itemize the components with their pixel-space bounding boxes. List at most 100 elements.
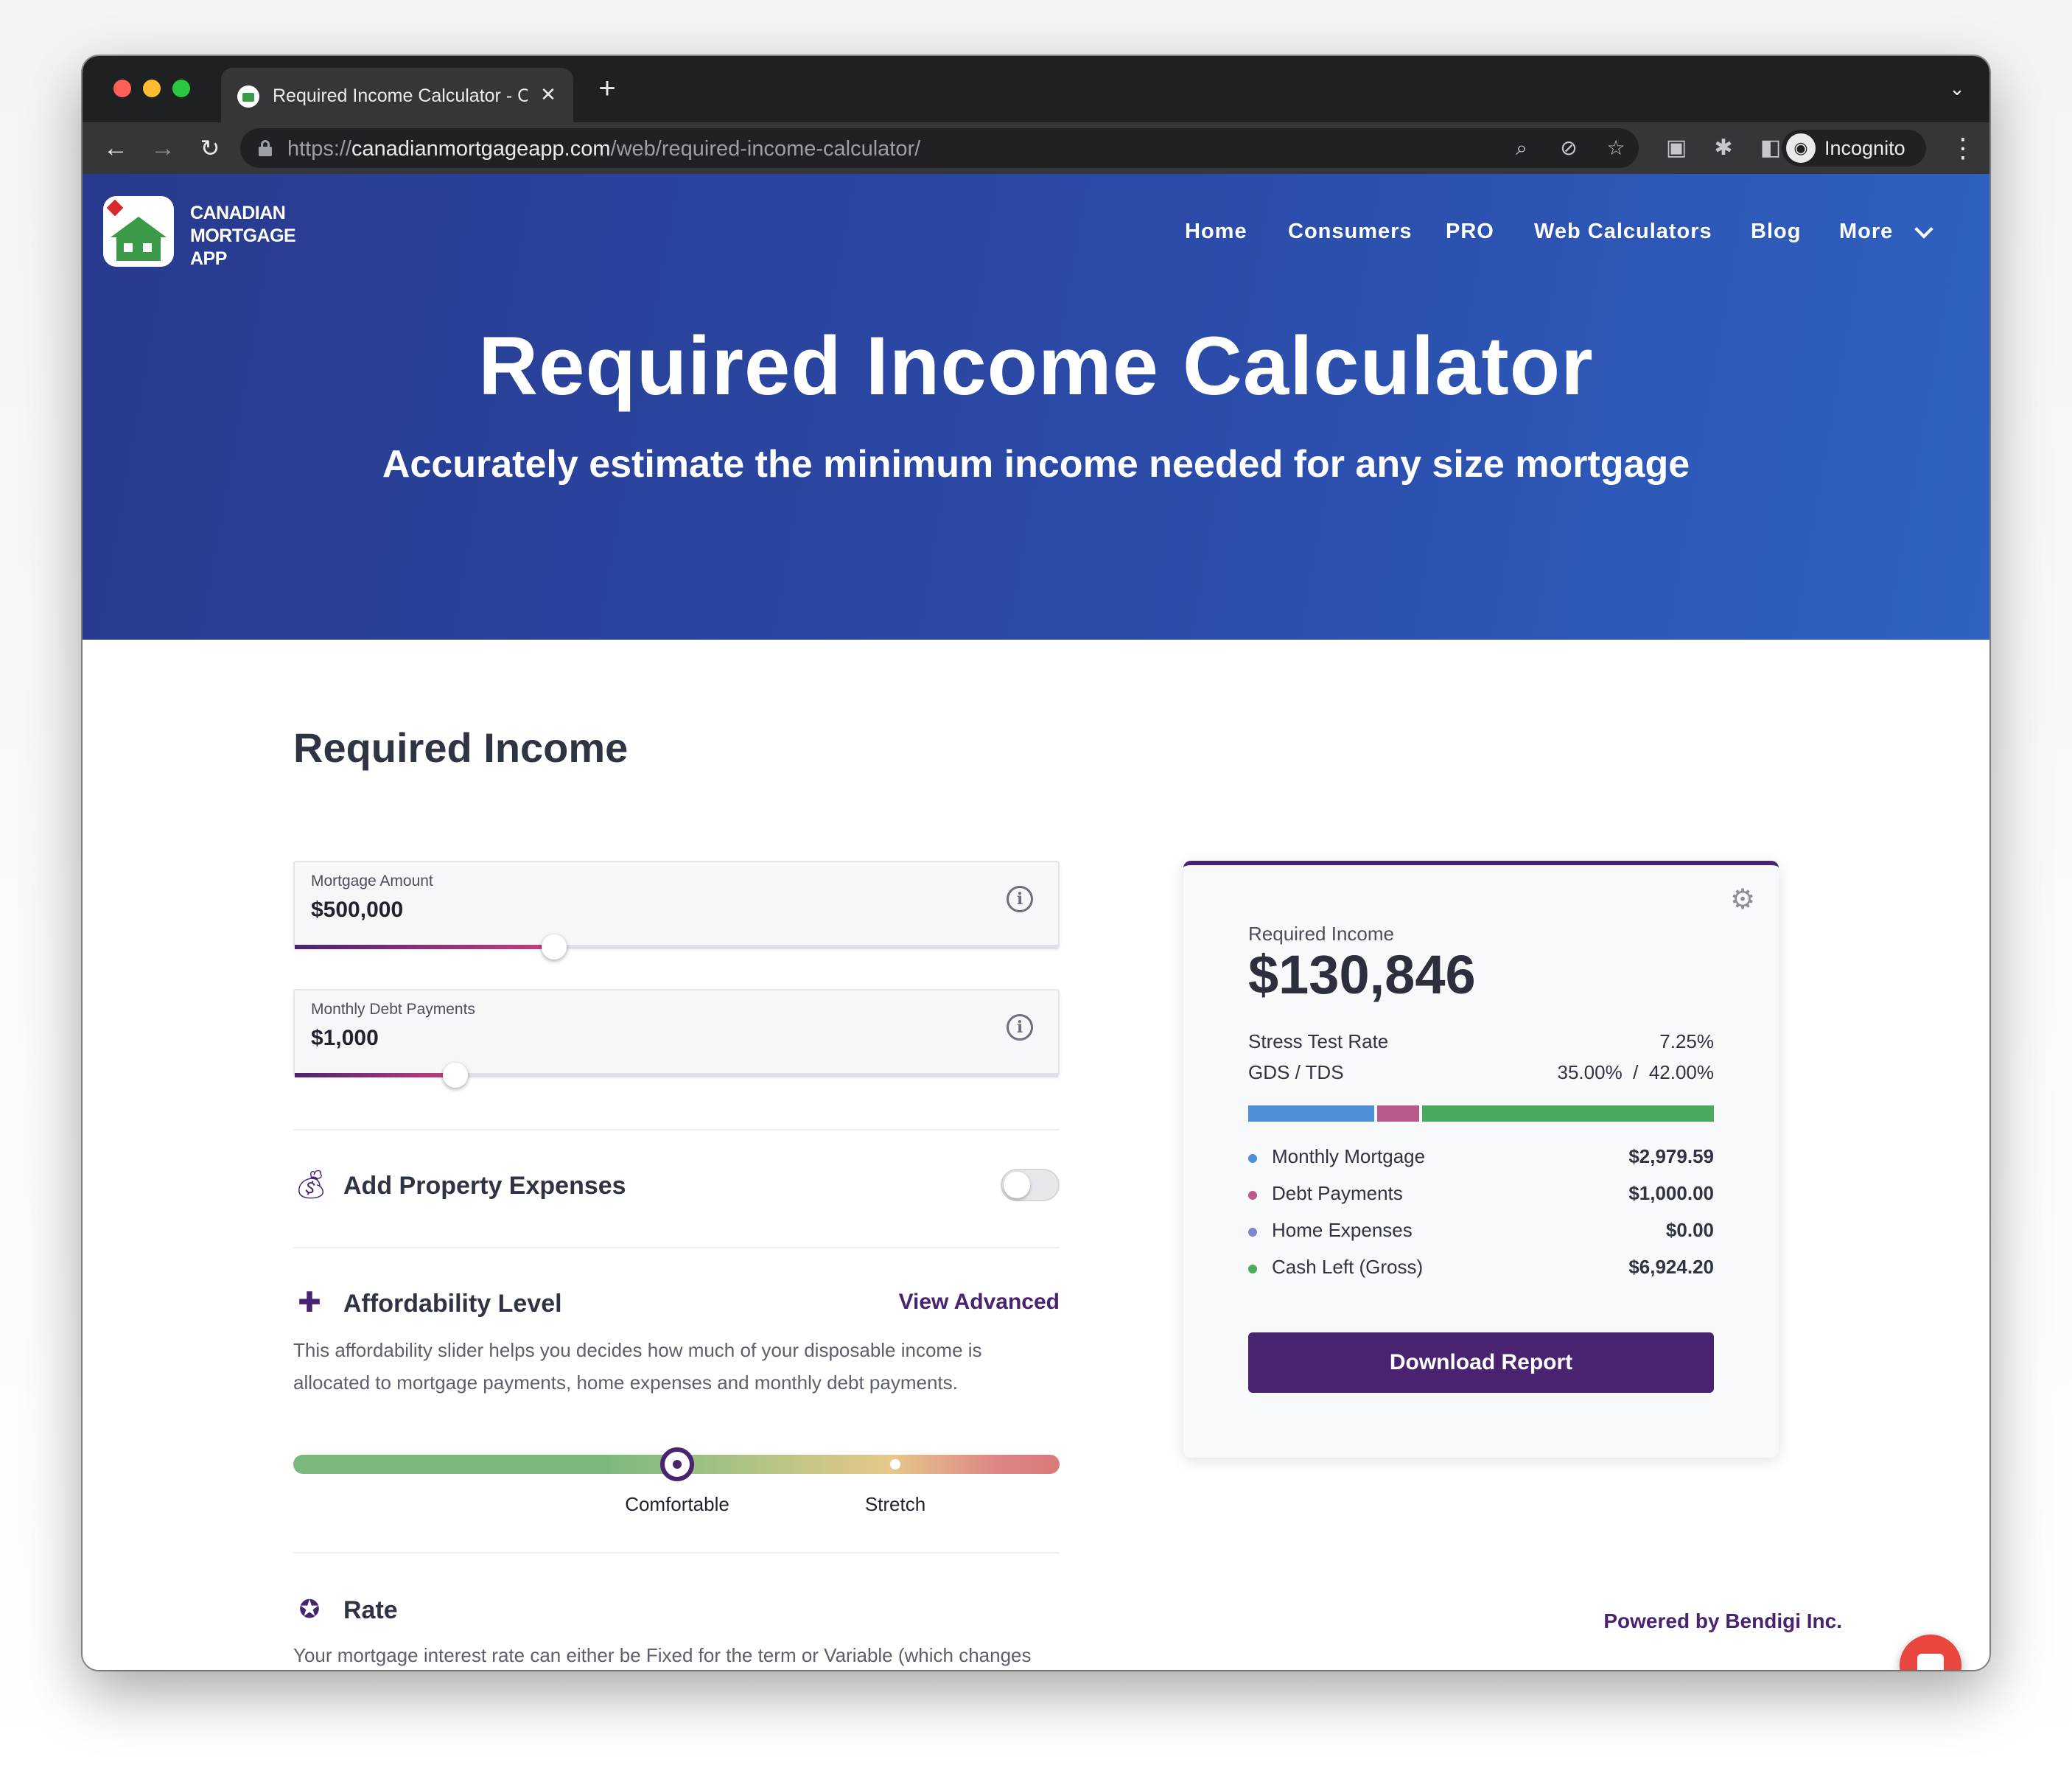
page-subtitle: Accurately estimate the minimum income n…: [382, 443, 1690, 486]
slider-fill: [295, 1073, 455, 1077]
legend-row: Debt Payments $1,000.00: [1248, 1182, 1714, 1207]
chevron-down-icon[interactable]: [1914, 220, 1933, 239]
legend-dot: [1248, 1191, 1257, 1200]
incognito-label: Incognito: [1824, 137, 1905, 159]
info-icon[interactable]: i: [1007, 886, 1033, 912]
slider-thumb[interactable]: [442, 1063, 468, 1088]
new-tab-button[interactable]: +: [591, 72, 623, 105]
url-path: /web/required-income-calculator/: [610, 137, 921, 161]
chat-bubble-icon: [1917, 1654, 1944, 1670]
tracking-protection-icon[interactable]: ⊘: [1556, 136, 1581, 161]
legend-value: $6,924.20: [1628, 1256, 1714, 1278]
mortgage-amount-input[interactable]: $500,000: [311, 898, 403, 923]
stress-test-label: Stress Test Rate: [1248, 1030, 1389, 1052]
forward-button[interactable]: →: [146, 131, 180, 165]
mortgage-amount-field[interactable]: Mortgage Amount $500,000 i: [293, 861, 1060, 960]
legend-row: Cash Left (Gross) $6,924.20: [1248, 1256, 1714, 1281]
view-advanced-link[interactable]: View Advanced: [897, 1290, 1060, 1315]
monthly-debt-field[interactable]: Monthly Debt Payments $1,000 i: [293, 989, 1060, 1088]
house-icon: [111, 217, 167, 261]
close-window-button[interactable]: [113, 80, 131, 97]
zoom-icon[interactable]: ⌕: [1509, 136, 1534, 161]
logo-line: CANADIAN: [190, 203, 286, 223]
affordability-description: This affordability slider helps you deci…: [293, 1339, 982, 1394]
nav-more[interactable]: More: [1839, 220, 1893, 249]
weightlifter-icon: ✚: [298, 1287, 321, 1318]
result-card: ⚙ Required Income $130,846 Stress Test R…: [1183, 861, 1779, 1458]
info-icon[interactable]: i: [1007, 1014, 1033, 1041]
nav-consumers[interactable]: Consumers: [1288, 220, 1413, 249]
monthly-debt-input[interactable]: $1,000: [311, 1026, 379, 1051]
slider-fill: [295, 945, 555, 949]
minimize-window-button[interactable]: [143, 80, 161, 97]
site-logo-text[interactable]: CANADIAN MORTGAGE APP: [190, 202, 296, 270]
bookmark-star-icon[interactable]: ☆: [1603, 136, 1628, 161]
required-income-amount: $130,846: [1248, 944, 1476, 1005]
stretch-label: Stretch: [864, 1493, 926, 1515]
legend-value: $2,979.59: [1628, 1145, 1714, 1167]
divider: [293, 1247, 1060, 1248]
property-expenses-toggle[interactable]: [1001, 1169, 1060, 1201]
slider-thumb[interactable]: [542, 934, 567, 960]
breakdown-segment: [1248, 1105, 1374, 1122]
breakdown-bar: [1248, 1105, 1714, 1122]
gear-icon[interactable]: ⚙: [1729, 886, 1757, 914]
address-bar[interactable]: https://canadianmortgageapp.com/web/requ…: [240, 128, 1639, 168]
breakdown-segment: [1376, 1105, 1419, 1122]
divider: [293, 1552, 1060, 1553]
affordability-title: Affordability Level: [343, 1290, 562, 1318]
powered-by-link[interactable]: Powered by Bendigi Inc.: [1527, 1610, 1842, 1633]
back-button[interactable]: ←: [99, 131, 133, 165]
browser-window: Required Income Calculator - C ✕ + ⌄ ← →…: [83, 56, 1989, 1670]
gds-tds-value: 35.00% / 42.00%: [1557, 1061, 1714, 1083]
site-logo[interactable]: [103, 196, 174, 267]
stretch-marker: [890, 1459, 900, 1469]
toggle-knob: [1004, 1172, 1030, 1198]
incognito-profile-button[interactable]: ◉ Incognito: [1782, 130, 1926, 167]
url-host: canadianmortgageapp.com: [351, 137, 611, 161]
monthly-debt-slider[interactable]: [295, 1063, 1058, 1088]
browser-toolbar: ← → ↻ https://canadianmortgageapp.com/we…: [83, 122, 1989, 174]
tab-search-icon[interactable]: ⌄: [1944, 75, 1970, 102]
lock-icon[interactable]: [258, 140, 273, 156]
legend-row: Monthly Mortgage $2,979.59: [1248, 1145, 1714, 1170]
nav-pro[interactable]: PRO: [1446, 220, 1494, 249]
url-text[interactable]: https://canadianmortgageapp.com/web/requ…: [287, 137, 920, 161]
nav-web-calculators[interactable]: Web Calculators: [1534, 220, 1712, 249]
reload-button[interactable]: ↻: [193, 131, 227, 165]
extensions-puzzle-icon[interactable]: ✱: [1707, 131, 1740, 165]
required-income-label: Required Income: [1248, 923, 1394, 945]
logo-line: APP: [190, 248, 227, 269]
gds-tds-label: GDS / TDS: [1248, 1061, 1344, 1083]
chat-button[interactable]: [1900, 1635, 1961, 1670]
legend-label: Home Expenses: [1272, 1219, 1413, 1241]
maximize-window-button[interactable]: [172, 80, 190, 97]
nav-home[interactable]: Home: [1185, 220, 1247, 249]
favicon-icon: [237, 85, 259, 108]
comfortable-label: Comfortable: [625, 1493, 729, 1515]
download-report-button[interactable]: Download Report: [1248, 1332, 1714, 1393]
affordability-slider-thumb[interactable]: [660, 1447, 694, 1481]
close-tab-icon[interactable]: ✕: [535, 81, 561, 108]
camera-extension-icon[interactable]: ▣: [1659, 131, 1693, 165]
browser-tab[interactable]: Required Income Calculator - C ✕: [221, 68, 573, 122]
section-title: Required Income: [293, 724, 629, 771]
mortgage-amount-slider[interactable]: [295, 934, 1058, 960]
hero-banner: CANADIAN MORTGAGE APP Home Consumers PRO…: [83, 174, 1989, 640]
mortgage-amount-label: Mortgage Amount: [311, 873, 433, 890]
nav-blog[interactable]: Blog: [1751, 220, 1801, 249]
legend-dot: [1248, 1228, 1257, 1237]
money-bag-icon: 💰︎: [293, 1170, 329, 1200]
page-title: Required Income Calculator: [478, 320, 1594, 412]
legend-dot: [1248, 1154, 1257, 1163]
legend-row: Home Expenses $0.00: [1248, 1219, 1714, 1244]
monthly-debt-label: Monthly Debt Payments: [311, 1001, 475, 1018]
breakdown-segment: [1421, 1105, 1714, 1122]
rate-title: Rate: [343, 1596, 398, 1624]
legend-label: Monthly Mortgage: [1272, 1145, 1426, 1167]
url-scheme: https://: [287, 137, 352, 161]
legend-label: Debt Payments: [1272, 1182, 1403, 1204]
page-viewport: CANADIAN MORTGAGE APP Home Consumers PRO…: [83, 174, 1989, 1670]
browser-menu-icon[interactable]: ⋮: [1948, 131, 1978, 165]
maple-leaf-icon: [106, 199, 124, 217]
